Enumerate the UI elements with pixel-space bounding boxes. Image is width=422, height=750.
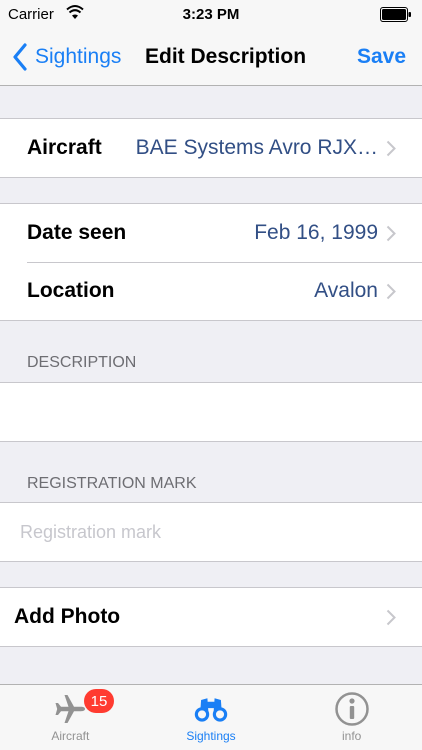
chevron-left-icon: [13, 43, 27, 71]
date-seen-row[interactable]: Date seen Feb 16, 1999: [0, 204, 422, 262]
add-photo-label: Add Photo: [14, 605, 121, 628]
description-field[interactable]: [20, 401, 400, 423]
aircraft-value: BAE Systems Avro RJX…: [135, 136, 378, 159]
info-icon: [334, 692, 369, 726]
top-bar: Carrier 3:23 PM Sightings Edit Descripti…: [0, 0, 422, 86]
aircraft-label: Aircraft: [27, 136, 102, 159]
photo-group: Add Photo: [0, 587, 422, 647]
save-button[interactable]: Save: [357, 45, 406, 69]
tab-sightings-label: Sightings: [186, 729, 236, 743]
page-title: Edit Description: [145, 45, 307, 68]
aircraft-group: Aircraft BAE Systems Avro RJX…: [0, 118, 422, 178]
binoculars-icon: [194, 698, 228, 722]
tab-aircraft[interactable]: 15 Aircraft: [0, 685, 141, 750]
chevron-right-icon: [386, 283, 396, 300]
tab-bar: 15 Aircraft Sightings info: [0, 684, 422, 750]
clock: 3:23 PM: [182, 6, 240, 23]
registration-group: [0, 502, 422, 562]
status-bar: Carrier 3:23 PM: [0, 0, 422, 30]
registration-header: REGISTRATION MARK: [27, 475, 197, 492]
description-cell: [0, 383, 422, 441]
chevron-right-icon: [386, 225, 396, 242]
aircraft-row[interactable]: Aircraft BAE Systems Avro RJX…: [0, 119, 422, 177]
aircraft-count-badge: 15: [84, 689, 114, 713]
battery-icon: [380, 7, 411, 22]
chevron-right-icon: [386, 609, 396, 626]
date-seen-label: Date seen: [27, 221, 127, 244]
registration-cell: [0, 503, 422, 561]
chevron-right-icon: [386, 140, 396, 157]
description-group: [0, 382, 422, 442]
navigation-bar: Sightings Edit Description Save: [0, 30, 422, 86]
location-row[interactable]: Location Avalon: [0, 262, 422, 320]
location-value: Avalon: [314, 279, 378, 302]
airplane-icon: [55, 695, 86, 723]
tab-info-label: info: [342, 729, 362, 743]
back-button[interactable]: Sightings: [12, 42, 121, 72]
location-label: Location: [27, 279, 115, 302]
date-seen-value: Feb 16, 1999: [254, 221, 378, 244]
description-header: DESCRIPTION: [27, 354, 137, 371]
tab-aircraft-label: Aircraft: [51, 729, 90, 743]
registration-mark-field[interactable]: [20, 521, 400, 543]
tab-info[interactable]: info: [281, 685, 422, 750]
add-photo-row[interactable]: Add Photo: [0, 588, 422, 646]
tab-sightings[interactable]: Sightings: [141, 685, 282, 750]
details-group: Date seen Feb 16, 1999 Location Avalon: [0, 203, 422, 321]
back-button-label: Sightings: [35, 45, 122, 68]
